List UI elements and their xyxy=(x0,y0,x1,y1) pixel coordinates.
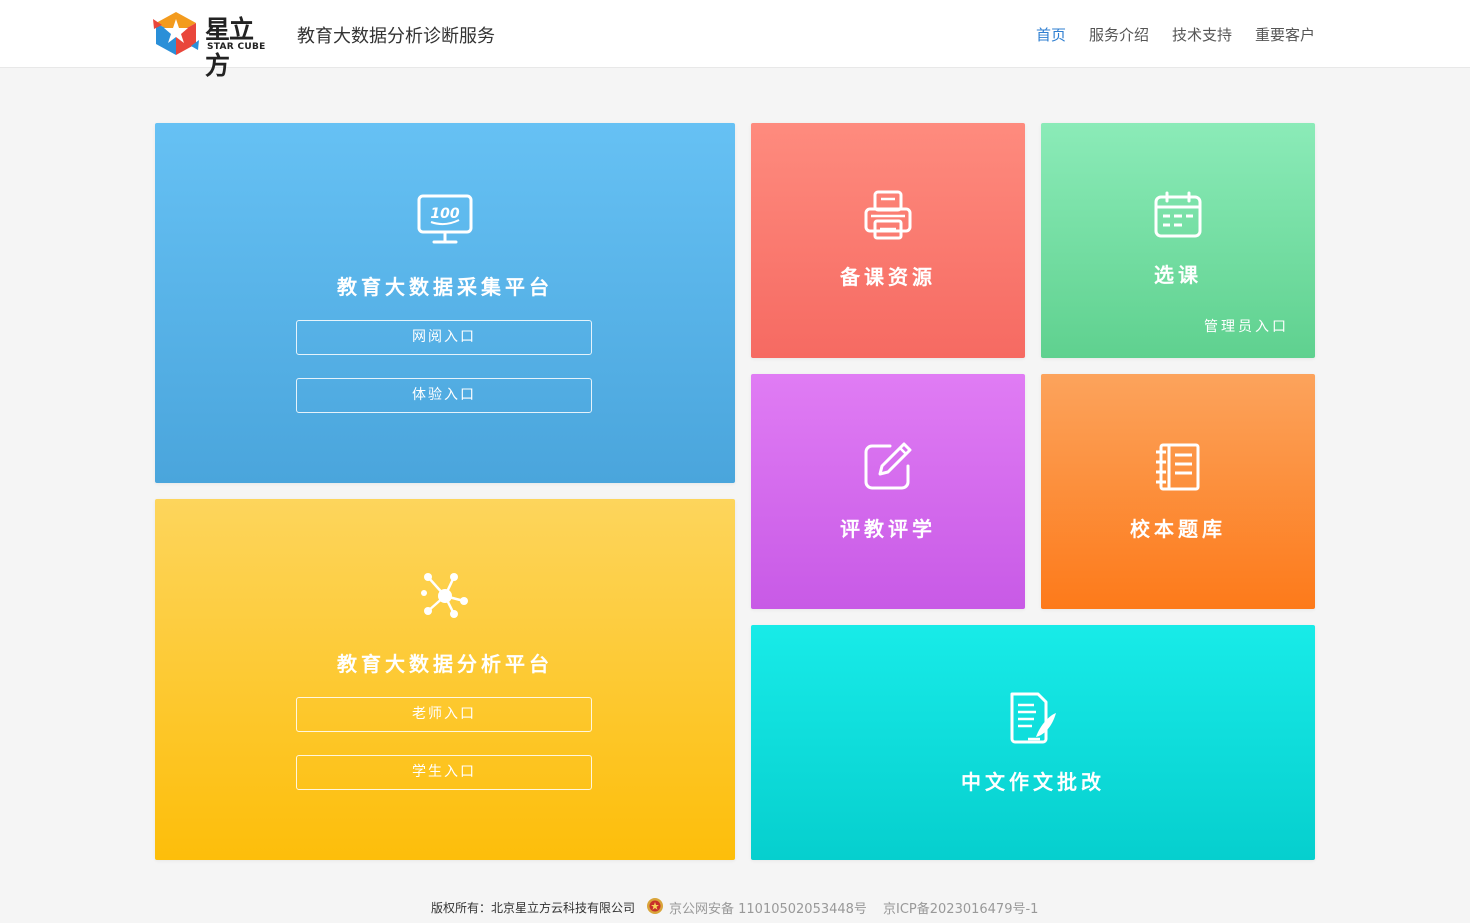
admin-entry-link[interactable]: 管理员入口 xyxy=(1204,316,1289,336)
document-edit-icon xyxy=(1010,692,1056,744)
book-icon xyxy=(1156,443,1200,491)
police-record-link[interactable]: 京公网安备 11010502053448号 xyxy=(669,898,867,917)
nav-service-intro[interactable]: 服务介绍 xyxy=(1089,24,1149,45)
site-title: 教育大数据分析诊断服务 xyxy=(297,26,495,47)
page-footer: 版权所有：北京星立方云科技有限公司 京公网安备 11010502053448号 … xyxy=(0,896,1470,918)
tile-data-analysis-platform[interactable]: 教育大数据分析平台 老师入口 学生入口 xyxy=(155,499,735,860)
logo[interactable]: 星立方 STAR CUBE xyxy=(153,10,275,80)
tile-title: 教育大数据分析平台 xyxy=(337,652,553,676)
teacher-entry-button[interactable]: 老师入口 xyxy=(296,697,592,732)
calendar-icon xyxy=(1154,191,1202,238)
network-nodes-icon xyxy=(421,573,468,618)
icp-record-link[interactable]: 京ICP备2023016479号-1 xyxy=(883,898,1038,917)
tile-teaching-evaluation[interactable]: 评教评学 xyxy=(751,374,1025,609)
tile-title: 中文作文批改 xyxy=(961,770,1105,794)
main-nav: 首页 服务介绍 技术支持 重要客户 xyxy=(1036,24,1315,45)
nav-home[interactable]: 首页 xyxy=(1036,24,1066,45)
nav-key-clients[interactable]: 重要客户 xyxy=(1255,24,1315,45)
tile-title: 选课 xyxy=(1154,263,1202,287)
tile-school-question-bank[interactable]: 校本题库 xyxy=(1041,374,1315,609)
tile-title: 教育大数据采集平台 xyxy=(337,275,553,299)
trial-entry-button[interactable]: 体验入口 xyxy=(296,378,592,413)
tile-title: 校本题库 xyxy=(1130,517,1226,541)
star-cube-logo-icon xyxy=(153,12,199,55)
police-badge-icon xyxy=(647,898,663,914)
nav-tech-support[interactable]: 技术支持 xyxy=(1172,24,1232,45)
edit-pen-icon xyxy=(864,442,912,490)
svg-text:100: 100 xyxy=(430,206,459,222)
top-header: 星立方 STAR CUBE 教育大数据分析诊断服务 首页 服务介绍 技术支持 重… xyxy=(0,0,1470,80)
tile-lesson-prep-resources[interactable]: 备课资源 xyxy=(751,123,1025,358)
monitor-100-icon: 100 xyxy=(417,194,473,244)
tile-title: 备课资源 xyxy=(840,265,936,289)
printer-icon xyxy=(864,190,912,240)
tile-title: 评教评学 xyxy=(840,517,936,541)
tile-data-collection-platform[interactable]: 100 教育大数据采集平台 网阅入口 体验入口 xyxy=(155,123,735,483)
copyright-text: 版权所有：北京星立方云科技有限公司 xyxy=(431,901,636,915)
logo-english-text: STAR CUBE xyxy=(207,42,266,52)
tile-course-selection[interactable]: 选课 管理员入口 xyxy=(1041,123,1315,358)
student-entry-button[interactable]: 学生入口 xyxy=(296,755,592,790)
marking-entry-button[interactable]: 网阅入口 xyxy=(296,320,592,355)
tile-chinese-essay-correction[interactable]: 中文作文批改 xyxy=(751,625,1315,860)
